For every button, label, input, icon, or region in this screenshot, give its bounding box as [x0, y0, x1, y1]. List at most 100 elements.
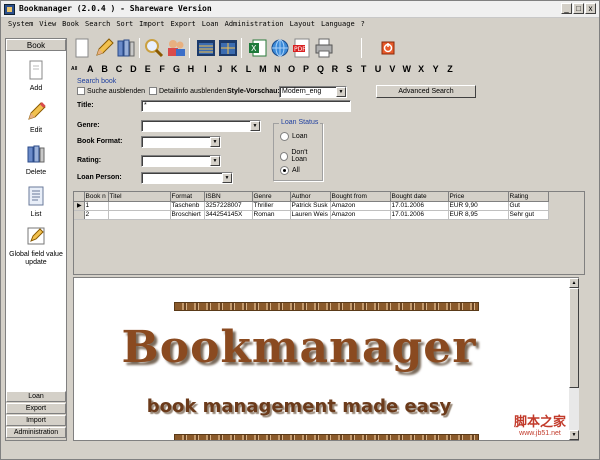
title-bar[interactable]: Bookmanager (2.0.4 ) - Shareware Version…: [1, 1, 599, 18]
users-icon[interactable]: [165, 37, 187, 59]
menu-help[interactable]: ?: [358, 18, 368, 31]
alpha-letter[interactable]: A: [83, 64, 97, 74]
menu-sort[interactable]: Sort: [113, 18, 136, 31]
maximize-button[interactable]: □: [573, 3, 584, 14]
column-header[interactable]: Rating: [508, 192, 549, 202]
table-cell[interactable]: Sehr gut: [508, 210, 549, 220]
alpha-letter[interactable]: N: [270, 64, 284, 74]
table-cell[interactable]: Amazon: [330, 201, 391, 211]
search-magnifier-icon[interactable]: [143, 37, 165, 59]
radio-dont-loan[interactable]: Don't Loan: [280, 149, 322, 163]
alpha-letter[interactable]: D: [126, 64, 140, 74]
alpha-letter[interactable]: V: [385, 64, 399, 74]
alpha-letter[interactable]: T: [356, 64, 370, 74]
genre-select[interactable]: ▼: [141, 120, 261, 132]
print-icon[interactable]: [313, 37, 335, 59]
alpha-letter[interactable]: X: [414, 64, 428, 74]
table-cell[interactable]: [108, 201, 171, 211]
menu-system[interactable]: System: [5, 18, 36, 31]
radio-all[interactable]: All: [280, 166, 300, 175]
table-row[interactable]: 2 Broschiert 344254145X Roman Lauren Wei…: [74, 210, 549, 220]
table-cell[interactable]: Gut: [508, 201, 549, 211]
column-header[interactable]: Book n: [84, 192, 109, 202]
sidebar-item-edit[interactable]: Edit: [6, 101, 66, 135]
column-header[interactable]: Genre: [252, 192, 291, 202]
pdf-export-icon[interactable]: PDF: [291, 37, 313, 59]
scroll-up-icon[interactable]: ▲: [569, 278, 579, 288]
table-cell[interactable]: Lauren Weis: [290, 210, 331, 220]
alpha-letter[interactable]: H: [184, 64, 198, 74]
radio-loan[interactable]: Loan: [280, 132, 308, 141]
title-field[interactable]: *: [141, 100, 351, 112]
alpha-letter[interactable]: P: [299, 64, 313, 74]
table-cell[interactable]: Roman: [252, 210, 291, 220]
table-cell[interactable]: EUR 9,90: [448, 201, 509, 211]
new-document-icon[interactable]: [71, 37, 93, 59]
sidebar-item-list[interactable]: List: [6, 185, 66, 219]
alpha-letter[interactable]: W: [400, 64, 414, 74]
excel-export-icon[interactable]: X: [247, 37, 269, 59]
close-app-icon[interactable]: [377, 37, 399, 59]
alpha-all-button[interactable]: All: [71, 66, 83, 72]
minimize-button[interactable]: _: [561, 3, 572, 14]
alpha-letter[interactable]: Z: [443, 64, 457, 74]
table-cell[interactable]: 3257228007: [204, 201, 253, 211]
alpha-letter[interactable]: B: [97, 64, 111, 74]
table-cell[interactable]: Thriller: [252, 201, 291, 211]
table-cell[interactable]: 17.01.2006: [390, 210, 449, 220]
sidebar-item-global-update[interactable]: Global field value update: [6, 225, 66, 267]
sidebar-item-import[interactable]: Import: [6, 415, 66, 426]
book-format-select[interactable]: ▼: [141, 136, 221, 148]
alpha-letter[interactable]: C: [112, 64, 126, 74]
alpha-letter[interactable]: G: [169, 64, 183, 74]
alpha-letter[interactable]: K: [227, 64, 241, 74]
column-header[interactable]: Titel: [108, 192, 171, 202]
column-header[interactable]: Bought from: [330, 192, 391, 202]
sidebar-item-export[interactable]: Export: [6, 403, 66, 414]
menu-export[interactable]: Export: [167, 18, 198, 31]
menu-view[interactable]: View: [36, 18, 59, 31]
table-cell[interactable]: [108, 210, 171, 220]
menu-language[interactable]: Language: [318, 18, 358, 31]
column-header[interactable]: Author: [290, 192, 331, 202]
table-cell[interactable]: Patrick Susk: [290, 201, 331, 211]
table-cell[interactable]: Taschenb: [170, 201, 205, 211]
table-row[interactable]: ▶ 1 Taschenb 3257228007 Thriller Patrick…: [74, 201, 549, 211]
table-cell[interactable]: 1: [84, 201, 109, 211]
menu-search[interactable]: Search: [82, 18, 113, 31]
alpha-letter[interactable]: J: [213, 64, 227, 74]
sidebar-item-loan[interactable]: Loan: [6, 391, 66, 402]
table-cell[interactable]: 17.01.2006: [390, 201, 449, 211]
card-view-icon[interactable]: [217, 37, 239, 59]
menu-loan[interactable]: Loan: [199, 18, 222, 31]
loan-person-select[interactable]: ▼: [141, 172, 233, 184]
alpha-letter[interactable]: U: [371, 64, 385, 74]
alpha-letter[interactable]: E: [141, 64, 155, 74]
menu-book[interactable]: Book: [59, 18, 82, 31]
alpha-letter[interactable]: F: [155, 64, 169, 74]
alpha-letter[interactable]: S: [342, 64, 356, 74]
alpha-letter[interactable]: L: [241, 64, 255, 74]
alpha-letter[interactable]: I: [198, 64, 212, 74]
sidebar-item-delete[interactable]: Delete: [6, 143, 66, 177]
table-cell[interactable]: Broschiert: [170, 210, 205, 220]
close-button[interactable]: x: [585, 3, 596, 14]
column-header[interactable]: Bought date: [390, 192, 449, 202]
column-header[interactable]: Price: [448, 192, 509, 202]
sidebar-item-administration[interactable]: Administration: [6, 427, 66, 438]
web-export-icon[interactable]: [269, 37, 291, 59]
books-icon[interactable]: [115, 37, 137, 59]
menu-administration[interactable]: Administration: [222, 18, 287, 31]
alpha-letter[interactable]: O: [284, 64, 298, 74]
style-preview-select[interactable]: Modern_eng ▼: [279, 86, 347, 98]
edit-pencil-icon[interactable]: [93, 37, 115, 59]
sidebar-header-book[interactable]: Book: [6, 39, 66, 51]
hide-detail-checkbox[interactable]: Detailinfo ausblenden: [149, 87, 226, 95]
table-cell[interactable]: Amazon: [330, 210, 391, 220]
table-cell[interactable]: 2: [84, 210, 109, 220]
table-cell[interactable]: 344254145X: [204, 210, 253, 220]
advanced-search-button[interactable]: Advanced Search: [376, 85, 476, 98]
alpha-letter[interactable]: R: [328, 64, 342, 74]
menu-import[interactable]: Import: [136, 18, 167, 31]
column-header[interactable]: ISBN: [204, 192, 253, 202]
